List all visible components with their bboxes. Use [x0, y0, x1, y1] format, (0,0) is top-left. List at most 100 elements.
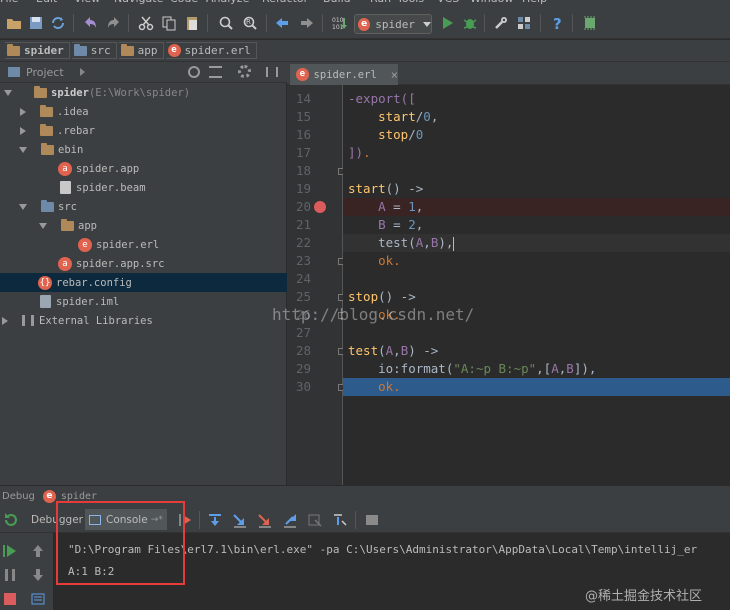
- editor-gutter[interactable]: 14 15 16 17 18 19 20 21 22 23 24 25 26 27 28 29 30: [287, 85, 365, 485]
- tree-row-spider-app[interactable]: a spider.app: [0, 159, 287, 178]
- replace-icon[interactable]: R: [240, 13, 260, 33]
- code-line: B = 2,: [343, 216, 730, 234]
- tree-row-spider[interactable]: spider (E:\Work\spider): [0, 83, 287, 102]
- event-log-icon[interactable]: [580, 13, 600, 33]
- chevron-right-icon[interactable]: [79, 68, 85, 76]
- expand-arrow-icon[interactable]: [4, 89, 12, 96]
- collapsed-arrow-icon[interactable]: [2, 316, 8, 325]
- gear-icon[interactable]: [238, 65, 251, 78]
- toolbar-separator: [266, 14, 267, 32]
- copy-icon[interactable]: [159, 13, 179, 33]
- console-line: "D:\Program Files\erl7.1\bin\erl.exe" -p…: [68, 543, 698, 556]
- up-arrow-icon[interactable]: [28, 541, 48, 561]
- tab-debugger[interactable]: Debugger: [27, 509, 87, 530]
- help-icon[interactable]: ?: [548, 13, 568, 33]
- rerun-icon[interactable]: [1, 510, 21, 530]
- resume-icon[interactable]: [0, 541, 20, 561]
- project-panel-title[interactable]: Project: [26, 66, 64, 79]
- menu-item[interactable]: Run: [370, 0, 391, 5]
- scroll-from-source-icon[interactable]: [188, 66, 200, 78]
- menu-item[interactable]: Edit: [36, 0, 57, 5]
- collapse-all-icon[interactable]: [209, 66, 222, 78]
- tree-item-label: rebar.config: [56, 276, 132, 289]
- expand-arrow-icon[interactable]: [39, 222, 47, 229]
- debug-icon[interactable]: [460, 13, 480, 33]
- view-breakpoints-icon[interactable]: [28, 589, 48, 609]
- menu-item[interactable]: Navigate: [114, 0, 163, 5]
- breadcrumb-item-app[interactable]: app: [118, 42, 164, 59]
- menu-item[interactable]: Help: [522, 0, 547, 5]
- run-configuration-select[interactable]: e spider: [354, 14, 432, 34]
- save-icon[interactable]: [26, 13, 46, 33]
- menu-item[interactable]: Analyze: [206, 0, 249, 5]
- step-into-icon[interactable]: [230, 510, 250, 530]
- breakpoint-icon[interactable]: [314, 201, 326, 213]
- breadcrumb-item-src[interactable]: src: [71, 42, 117, 59]
- tab-spider-erl[interactable]: e spider.erl ×: [290, 64, 398, 85]
- tree-row-app[interactable]: app: [0, 216, 287, 235]
- tab-label: Debugger: [31, 513, 83, 526]
- code-line: ]).: [343, 144, 730, 162]
- forward-icon[interactable]: [297, 13, 317, 33]
- breadcrumb-item-spider[interactable]: spider: [5, 42, 70, 59]
- tree-row-rebar-config[interactable]: {} rebar.config: [0, 273, 287, 292]
- menu-item[interactable]: Build: [323, 0, 351, 5]
- menu-item[interactable]: Code: [170, 0, 198, 5]
- stop-icon[interactable]: [0, 589, 20, 609]
- tree-row-rebar[interactable]: .rebar: [0, 121, 287, 140]
- menu-item[interactable]: Refactor: [262, 0, 308, 5]
- code-editor[interactable]: -export([ start/0, stop/0]). start() -> A…: [343, 85, 730, 485]
- tree-row-external-libraries[interactable]: External Libraries: [0, 311, 287, 330]
- find-icon[interactable]: [216, 13, 236, 33]
- settings-icon[interactable]: [491, 13, 511, 33]
- back-icon[interactable]: [272, 13, 292, 33]
- expand-arrow-icon[interactable]: [19, 203, 27, 210]
- sync-icon[interactable]: [48, 13, 68, 33]
- tree-row-ebin[interactable]: ebin: [0, 140, 287, 159]
- menu-item[interactable]: File: [0, 0, 18, 5]
- down-arrow-icon[interactable]: [28, 565, 48, 585]
- hide-panel-icon[interactable]: [266, 67, 278, 77]
- tree-row-src[interactable]: src: [0, 197, 287, 216]
- source-folder-icon: [41, 199, 54, 212]
- close-icon[interactable]: ×: [391, 68, 398, 82]
- tree-row-spider-erl[interactable]: e spider.erl: [0, 235, 287, 254]
- folder-icon: [34, 85, 47, 98]
- step-over-icon[interactable]: [205, 510, 225, 530]
- project-structure-icon[interactable]: [514, 13, 534, 33]
- erlang-icon: e: [42, 489, 56, 503]
- line-number: 16: [295, 127, 311, 142]
- file-icon: [60, 181, 71, 194]
- step-out-icon[interactable]: [280, 510, 300, 530]
- menu-item[interactable]: View: [74, 0, 100, 5]
- drop-frame-icon[interactable]: [305, 510, 325, 530]
- show-execution-point-icon[interactable]: [176, 510, 196, 530]
- tree-row-spider-app-src[interactable]: a spider.app.src: [0, 254, 287, 273]
- paste-icon[interactable]: [182, 13, 202, 33]
- pause-icon[interactable]: [0, 565, 20, 585]
- evaluate-expression-icon[interactable]: [362, 510, 382, 530]
- cut-icon[interactable]: [136, 13, 156, 33]
- make-project-icon[interactable]: 010 101: [330, 13, 350, 33]
- menu-item[interactable]: VCS: [437, 0, 459, 5]
- tab-console[interactable]: Console →*: [85, 509, 167, 530]
- force-step-into-icon[interactable]: [255, 510, 275, 530]
- run-to-cursor-icon[interactable]: [330, 510, 350, 530]
- tree-row-idea[interactable]: .idea: [0, 102, 287, 121]
- menu-item[interactable]: Window: [470, 0, 513, 5]
- menu-item[interactable]: Tools: [397, 0, 424, 5]
- breadcrumb-item-spider-erl[interactable]: e spider.erl: [165, 42, 257, 59]
- run-icon[interactable]: [437, 13, 457, 33]
- collapsed-arrow-icon[interactable]: [20, 126, 26, 135]
- erlang-file-icon: e: [296, 68, 309, 81]
- collapsed-arrow-icon[interactable]: [20, 107, 26, 116]
- undo-icon[interactable]: [80, 13, 100, 33]
- tree-row-spider-beam[interactable]: spider.beam: [0, 178, 287, 197]
- console-icon: [89, 514, 101, 525]
- open-folder-icon[interactable]: [4, 13, 24, 33]
- code-token: A: [378, 199, 386, 214]
- expand-arrow-icon[interactable]: [19, 146, 27, 153]
- redo-icon[interactable]: [104, 13, 124, 33]
- tree-row-spider-iml[interactable]: spider.iml: [0, 292, 287, 311]
